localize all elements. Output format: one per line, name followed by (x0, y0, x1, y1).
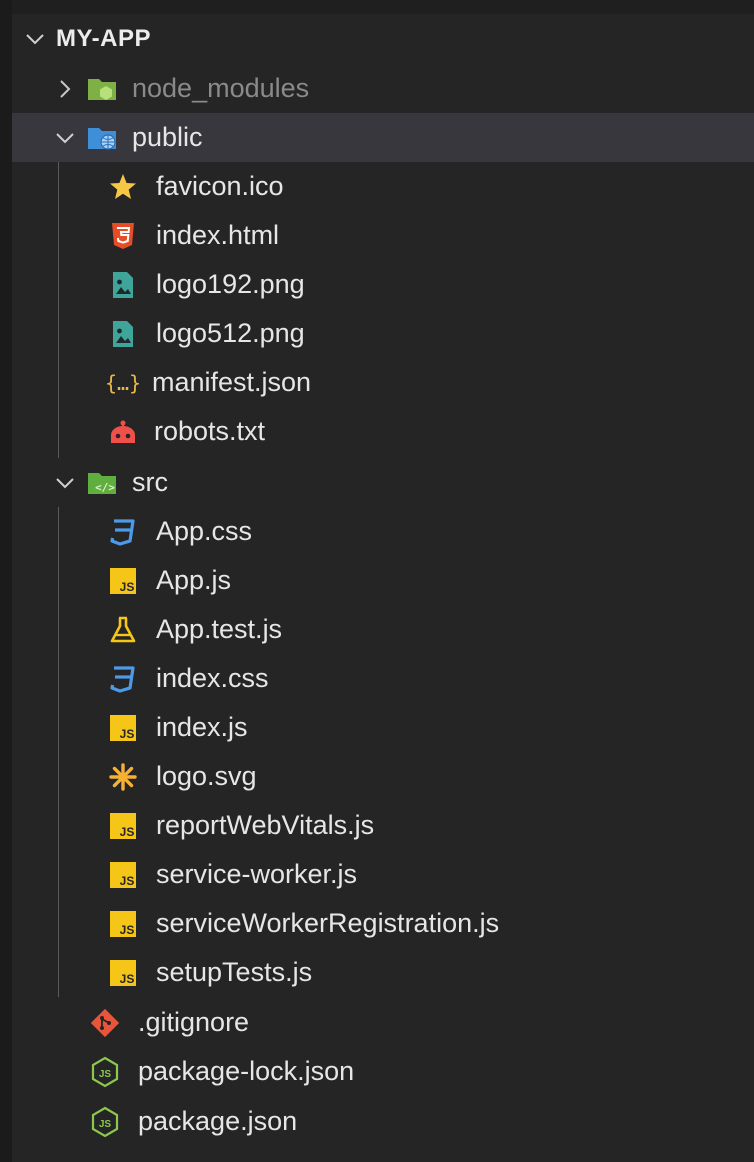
tree-item-gitignore[interactable]: .gitignore (12, 998, 754, 1047)
tree-item-service-worker-registration[interactable]: JS serviceWorkerRegistration.js (12, 899, 754, 948)
svg-text:JS: JS (99, 1069, 112, 1080)
css3-icon (106, 515, 140, 549)
nodejs-icon: JS (88, 1055, 122, 1089)
tree-item-label: serviceWorkerRegistration.js (156, 908, 500, 938)
tree-item-node-modules[interactable]: node_modules (12, 64, 754, 113)
root-folder-label: MY-APP (56, 25, 152, 52)
js-icon: JS (106, 564, 140, 598)
tree-item-label: service-worker.js (156, 859, 358, 889)
src-folder-icon: </> (86, 466, 120, 500)
tree-item-label: package-lock.json (138, 1056, 355, 1086)
public-folder-icon (86, 121, 120, 155)
svg-text:JS: JS (120, 874, 135, 888)
tree-item-label: src (132, 467, 168, 497)
tree-item-label: logo192.png (156, 269, 305, 299)
tree-item-label: node_modules (132, 73, 310, 103)
svg-text:JS: JS (120, 972, 135, 986)
chevron-down-icon (56, 477, 74, 488)
json-braces-icon: {…} (106, 366, 140, 400)
tree-item-label: index.css (156, 663, 269, 693)
star-icon (106, 170, 140, 204)
activity-bar-edge (0, 0, 12, 1162)
tree-item-index-html[interactable]: index.html (12, 211, 754, 260)
root-folder-header[interactable]: MY-APP (12, 14, 754, 64)
tree-item-label: App.css (156, 516, 253, 546)
svg-text:JS: JS (120, 727, 135, 741)
tree-item-app-js[interactable]: JS App.js (12, 556, 754, 605)
tree-item-label: .gitignore (138, 1007, 250, 1037)
tree-item-index-css[interactable]: index.css (12, 654, 754, 703)
tree-item-service-worker[interactable]: JS service-worker.js (12, 850, 754, 899)
tree-item-label: favicon.ico (156, 171, 284, 201)
tree-item-robots-txt[interactable]: robots.txt (12, 407, 754, 456)
svg-asterisk-icon (106, 760, 140, 794)
tree-item-package-json[interactable]: JS package.json (12, 1097, 754, 1146)
tree-item-favicon[interactable]: favicon.ico (12, 162, 754, 211)
tree-item-logo-svg[interactable]: logo.svg (12, 752, 754, 801)
js-icon: JS (106, 711, 140, 745)
tree-item-logo512[interactable]: logo512.png (12, 309, 754, 358)
svg-text:</>: </> (95, 481, 115, 494)
tree-item-label: manifest.json (152, 367, 312, 397)
js-icon: JS (106, 956, 140, 990)
tree-item-label: public (132, 122, 203, 152)
tree-item-src[interactable]: </> src (12, 458, 754, 507)
svg-text:JS: JS (120, 923, 135, 937)
panel-top-edge (0, 0, 754, 14)
tree-item-app-test-js[interactable]: App.test.js (12, 605, 754, 654)
js-icon: JS (106, 858, 140, 892)
tree-item-label: index.html (156, 220, 280, 250)
tree-item-label: logo.svg (156, 761, 257, 791)
tree-item-report-web-vitals[interactable]: JS reportWebVitals.js (12, 801, 754, 850)
svg-text:JS: JS (120, 580, 135, 594)
image-file-icon (106, 317, 140, 351)
svg-text:{…}: {…} (106, 371, 140, 395)
nodejs-icon: JS (88, 1105, 122, 1139)
js-icon: JS (106, 809, 140, 843)
tree-item-label: package.json (138, 1106, 298, 1136)
tree-item-label: App.test.js (156, 614, 283, 644)
node-modules-folder-icon (86, 72, 120, 106)
tree-item-label: logo512.png (156, 318, 305, 348)
tree-item-index-js[interactable]: JS index.js (12, 703, 754, 752)
tree-item-label: robots.txt (154, 416, 266, 446)
tree-item-app-css[interactable]: App.css (12, 507, 754, 556)
svg-text:JS: JS (99, 1119, 112, 1130)
tree-item-public[interactable]: public (12, 113, 754, 162)
chevron-right-icon (60, 79, 71, 98)
tree-item-label: setupTests.js (156, 957, 313, 987)
html5-icon (106, 219, 140, 253)
file-explorer: MY-APP node_modules public favicon.ico i… (0, 0, 754, 1162)
tree-item-setup-tests[interactable]: JS setupTests.js (12, 948, 754, 997)
js-icon: JS (106, 907, 140, 941)
css3-icon (106, 662, 140, 696)
chevron-down-icon (56, 132, 74, 143)
tree-item-label: App.js (156, 565, 232, 595)
test-flask-icon (106, 613, 140, 647)
tree-item-label: reportWebVitals.js (156, 810, 375, 840)
chevron-down-icon (26, 34, 44, 45)
tree-item-manifest-json[interactable]: {…} manifest.json (12, 358, 754, 407)
image-file-icon (106, 268, 140, 302)
robot-icon (106, 415, 140, 449)
svg-text:JS: JS (120, 825, 135, 839)
tree-item-package-lock-json[interactable]: JS package-lock.json (12, 1047, 754, 1096)
tree-item-logo192[interactable]: logo192.png (12, 260, 754, 309)
tree-item-label: index.js (156, 712, 248, 742)
git-icon (88, 1006, 122, 1040)
